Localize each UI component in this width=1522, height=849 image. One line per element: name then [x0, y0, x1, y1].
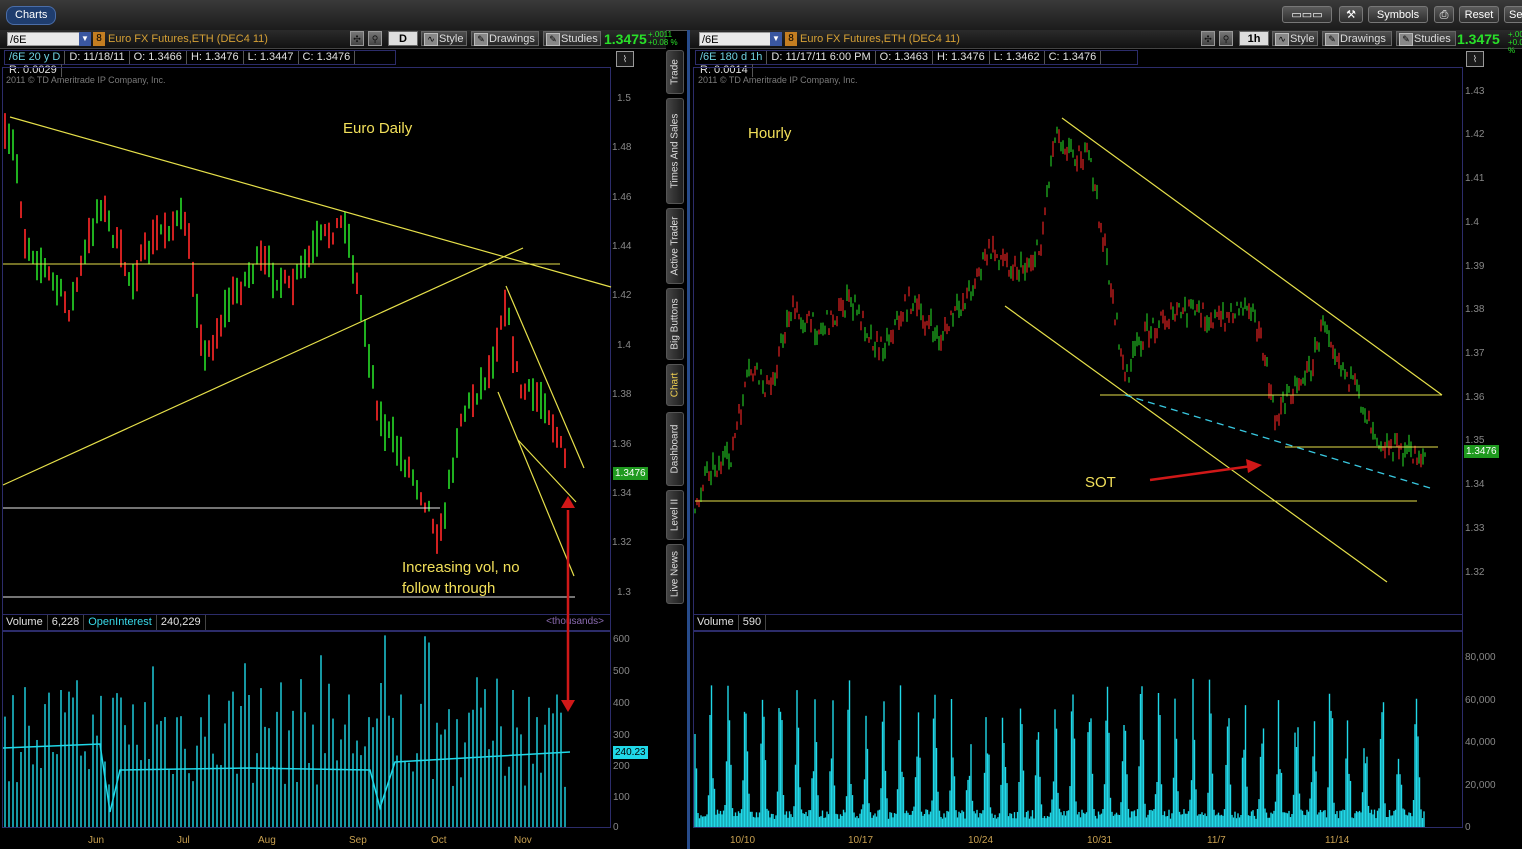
left-red-arrow-head-down — [561, 700, 575, 712]
tab-chart[interactable]: Chart — [666, 364, 684, 406]
left-wedge-lower — [497, 391, 575, 577]
tab-big-buttons[interactable]: Big Buttons — [666, 288, 684, 360]
right-chart-canvas — [694, 117, 1443, 827]
right-trendline-upper — [1061, 117, 1443, 396]
left-red-arrow-head-up — [561, 496, 575, 508]
right-dashed-support — [1124, 394, 1431, 489]
tab-active-trader[interactable]: Active Trader — [666, 208, 684, 284]
tab-live-news[interactable]: Live News — [666, 544, 684, 604]
left-wedge-inner — [517, 439, 577, 503]
tab-times-and-sales[interactable]: Times And Sales — [666, 98, 684, 204]
right-trendline-lower — [1004, 305, 1388, 583]
left-chart-canvas — [2, 113, 612, 827]
tab-trade[interactable]: Trade — [666, 50, 684, 94]
right-sot-arrow-head — [1246, 459, 1262, 473]
left-trendline-lower — [2, 247, 524, 486]
tab-level-ii[interactable]: Level II — [666, 490, 684, 540]
tab-dashboard[interactable]: Dashboard — [666, 412, 684, 486]
